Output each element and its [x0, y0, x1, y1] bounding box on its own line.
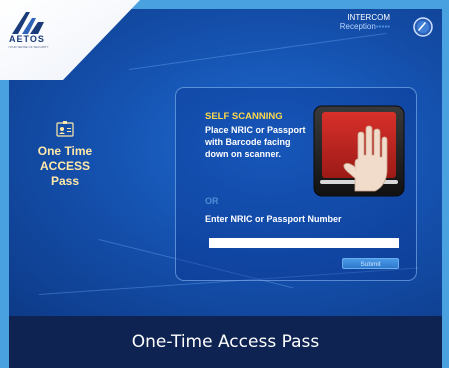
pass-type-line1: One Time: [37, 144, 93, 158]
pass-type-block: One Time ACCESS Pass: [15, 120, 115, 189]
id-card-icon: [56, 121, 74, 137]
scan-instructions: Place NRIC or Passport with Barcode faci…: [205, 125, 306, 159]
pass-type-line2: ACCESS: [39, 159, 90, 173]
submit-button[interactable]: Submit: [342, 258, 399, 269]
nric-passport-input[interactable]: [209, 238, 399, 248]
or-separator: OR: [205, 196, 219, 206]
logo-tagline: YOUR SENSE OF SECURITY: [8, 45, 49, 49]
scanner-hand-icon: [313, 105, 405, 197]
aetos-logo-icon: [12, 12, 44, 34]
self-scanning-title: SELF SCANNING: [205, 111, 283, 122]
caption-bar: One-Time Access Pass: [9, 316, 442, 368]
intercom-icon[interactable]: [413, 17, 433, 37]
intercom-sub: Reception: [339, 22, 376, 31]
intercom-dots: ▪▪▪▪▪: [375, 22, 390, 31]
logo-name: AETOS: [9, 34, 45, 44]
pass-type-line3: Pass: [50, 174, 80, 188]
intercom-button[interactable]: INTERCOM Reception▪▪▪▪▪: [330, 13, 390, 31]
nric-input-label: Enter NRIC or Passport Number: [205, 214, 342, 224]
intercom-label: INTERCOM: [347, 13, 390, 22]
decor-line: [128, 32, 387, 70]
